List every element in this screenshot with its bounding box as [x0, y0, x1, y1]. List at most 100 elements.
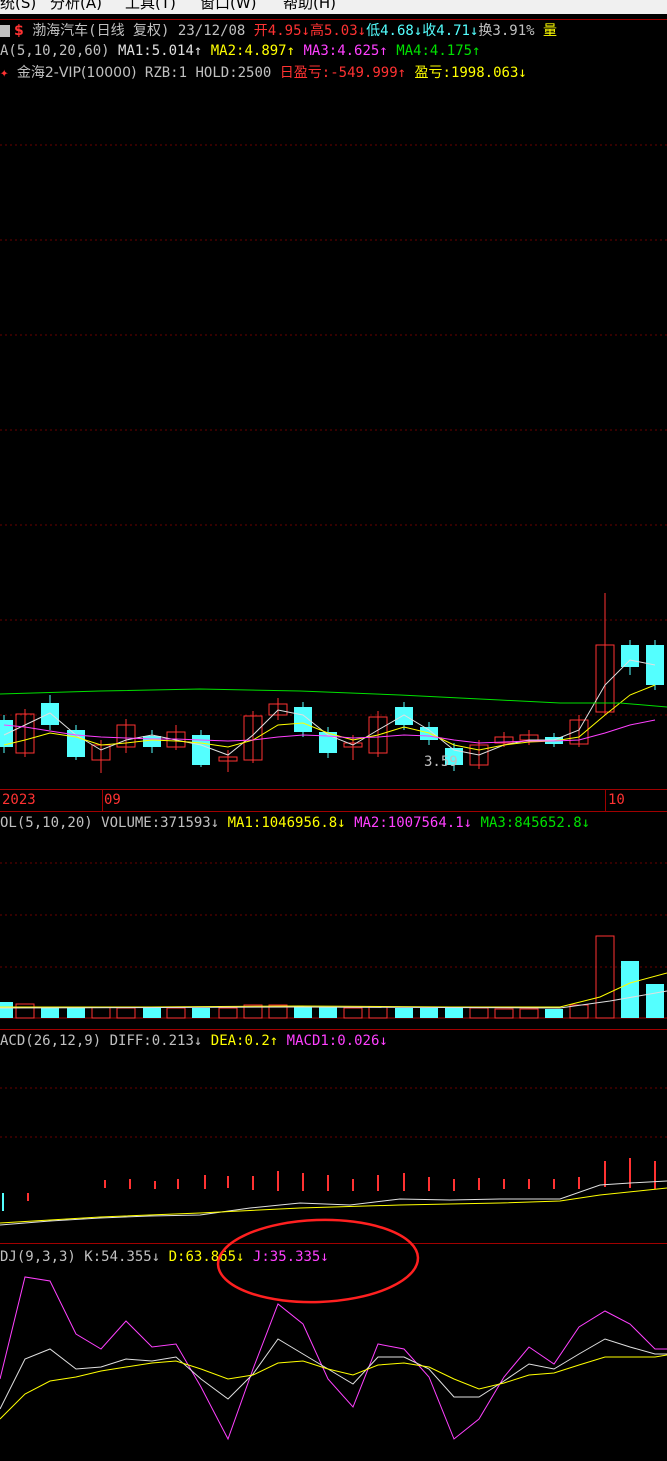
down-arrow-icon: ↓: [337, 815, 346, 831]
menu-tools[interactable]: 工具(T): [125, 0, 176, 11]
k-line: [0, 1338, 667, 1410]
d-line: [0, 1354, 667, 1420]
volume-bar-up: [368, 1006, 388, 1019]
open-price: 开4.95: [253, 23, 302, 39]
menu-window[interactable]: 窗口(W): [200, 0, 257, 11]
menu-system[interactable]: 统(S): [0, 0, 36, 11]
header-separator: [0, 19, 667, 20]
up-arrow-icon: ↑: [193, 43, 203, 59]
volume-bar-down: [395, 1008, 413, 1018]
annotation-circle: [216, 1218, 420, 1304]
down-arrow-icon: ↓: [210, 815, 220, 831]
volume-bar-down: [143, 1008, 161, 1018]
volume-indicator-row: OL(5,10,20) VOLUME:371593↓ MA1:1046956.8…: [0, 813, 590, 833]
volume-bar-down: [0, 1002, 13, 1018]
down-arrow-icon: ↓: [379, 1033, 388, 1049]
low-price-marker: 3.59: [424, 754, 458, 770]
ma3-value: MA3:4.625: [303, 43, 380, 59]
volume-bar-up: [595, 935, 615, 1019]
volume-value: VOLUME:371593: [101, 815, 211, 831]
candle-body-down: [143, 736, 161, 747]
volume-bar-up: [218, 1007, 238, 1019]
date-label-month: 10: [608, 792, 625, 808]
volume-bar-up: [469, 1007, 489, 1019]
candlestick-chart[interactable]: [0, 85, 667, 790]
panel-separator: [0, 1029, 667, 1030]
quote-date: 23/12/08: [177, 23, 246, 39]
quote-header: $ 渤海汽车(日线 复权) 23/12/08 开4.95↓高5.03↓低4.68…: [0, 21, 557, 41]
macd-indicator-row: ACD(26,12,9) DIFF:0.213↓ DEA:0.2↑ MACD1:…: [0, 1031, 388, 1051]
volume-bar-up: [569, 1004, 589, 1019]
macd-indicator-name: ACD(26,12,9): [0, 1033, 102, 1049]
macd-diff: DIFF:0.213: [109, 1033, 194, 1049]
volume-chart[interactable]: [0, 835, 667, 1029]
up-arrow-icon: ↑: [397, 65, 407, 81]
stock-flag-icon: $: [14, 23, 24, 39]
volume-bar-up: [494, 1008, 514, 1019]
down-arrow-icon: ↓: [413, 23, 423, 39]
menu-analysis[interactable]: 分析(A): [50, 0, 102, 11]
high-price: 高5.03: [309, 23, 358, 39]
volume-bar-down: [41, 1007, 59, 1018]
candle-body-down: [621, 645, 639, 667]
turnover-rate: 换3.91%: [478, 23, 535, 39]
volume-bar-up: [15, 1003, 35, 1019]
date-axis-top-line: [0, 789, 667, 790]
strategy-pl: 盈亏:1998.063: [414, 65, 519, 81]
low-price: 低4.68: [366, 23, 414, 39]
ma-indicator-name: A(5,10,20,60): [0, 43, 110, 59]
date-axis-bottom-line: [0, 811, 667, 812]
ma-indicator-row: A(5,10,20,60) MA1:5.014↑ MA2:4.897↑ MA3:…: [0, 41, 481, 61]
close-box-icon[interactable]: [0, 25, 10, 37]
volume-bar-down: [294, 1007, 312, 1018]
ma4-line: [0, 688, 667, 708]
up-arrow-icon: ↑: [286, 43, 296, 59]
down-arrow-icon: ↓: [193, 1033, 203, 1049]
strategy-day-pl: 日盈亏:-549.999: [279, 65, 398, 81]
down-arrow-icon: ↓: [301, 23, 310, 39]
date-label-year: 2023: [2, 792, 36, 808]
down-arrow-icon: ↓: [357, 23, 367, 39]
up-arrow-icon: ↑: [472, 43, 481, 59]
date-divider: [102, 790, 103, 811]
strategy-hold: HOLD:2500: [195, 65, 272, 81]
candle-body-down: [395, 707, 413, 725]
date-label-month: 09: [104, 792, 121, 808]
volume-bar-down: [445, 1008, 463, 1018]
close-price: 收4.71: [422, 23, 470, 39]
volume-label: 量: [543, 23, 558, 39]
volume-bar-up: [91, 1006, 111, 1019]
ma4-value: MA4:4.175: [396, 43, 473, 59]
macd-chart[interactable]: [0, 1053, 667, 1243]
down-arrow-icon: ↓: [518, 65, 527, 81]
volume-ma1: MA1:1046956.8: [227, 815, 338, 831]
stock-title: 渤海汽车(日线 复权): [32, 23, 170, 39]
up-arrow-icon: ↑: [269, 1033, 279, 1049]
volume-bar-up: [116, 1007, 136, 1019]
volume-ma2: MA2:1007564.1: [354, 815, 464, 831]
ma1-value: MA1:5.014: [118, 43, 194, 59]
menu-help[interactable]: 帮助(H): [283, 0, 336, 11]
date-divider: [605, 790, 606, 811]
volume-bar-up: [343, 1007, 363, 1019]
macd-dea: DEA:0.2: [210, 1033, 270, 1049]
volume-bar-up: [519, 1008, 539, 1019]
volume-ma3: MA3:845652.8: [480, 815, 582, 831]
volume-bar-down: [192, 1008, 210, 1018]
macd-value: MACD1:0.026: [286, 1033, 380, 1049]
strategy-arrow-icon: ✦: [0, 65, 9, 81]
volume-bar-down: [545, 1009, 563, 1018]
volume-bar-down: [646, 984, 664, 1018]
volume-bar-down: [420, 1008, 438, 1018]
strategy-rzb: RZB:1: [144, 65, 188, 81]
volume-bar-down: [621, 961, 639, 1018]
volume-ma1-line: [0, 972, 667, 1008]
menu-bar: 统(S) 分析(A) 工具(T) 窗口(W) 帮助(H): [0, 0, 667, 14]
volume-bar-up: [166, 1007, 186, 1019]
down-arrow-icon: ↓: [463, 815, 473, 831]
strategy-name: 金海2-VIP(10000): [16, 65, 137, 81]
down-arrow-icon: ↓: [581, 815, 591, 831]
strategy-indicator-row: ✦ 金海2-VIP(10000) RZB:1 HOLD:2500 日盈亏:-54…: [0, 63, 527, 83]
up-arrow-icon: ↑: [379, 43, 388, 59]
volume-indicator-name: OL(5,10,20): [0, 815, 93, 831]
